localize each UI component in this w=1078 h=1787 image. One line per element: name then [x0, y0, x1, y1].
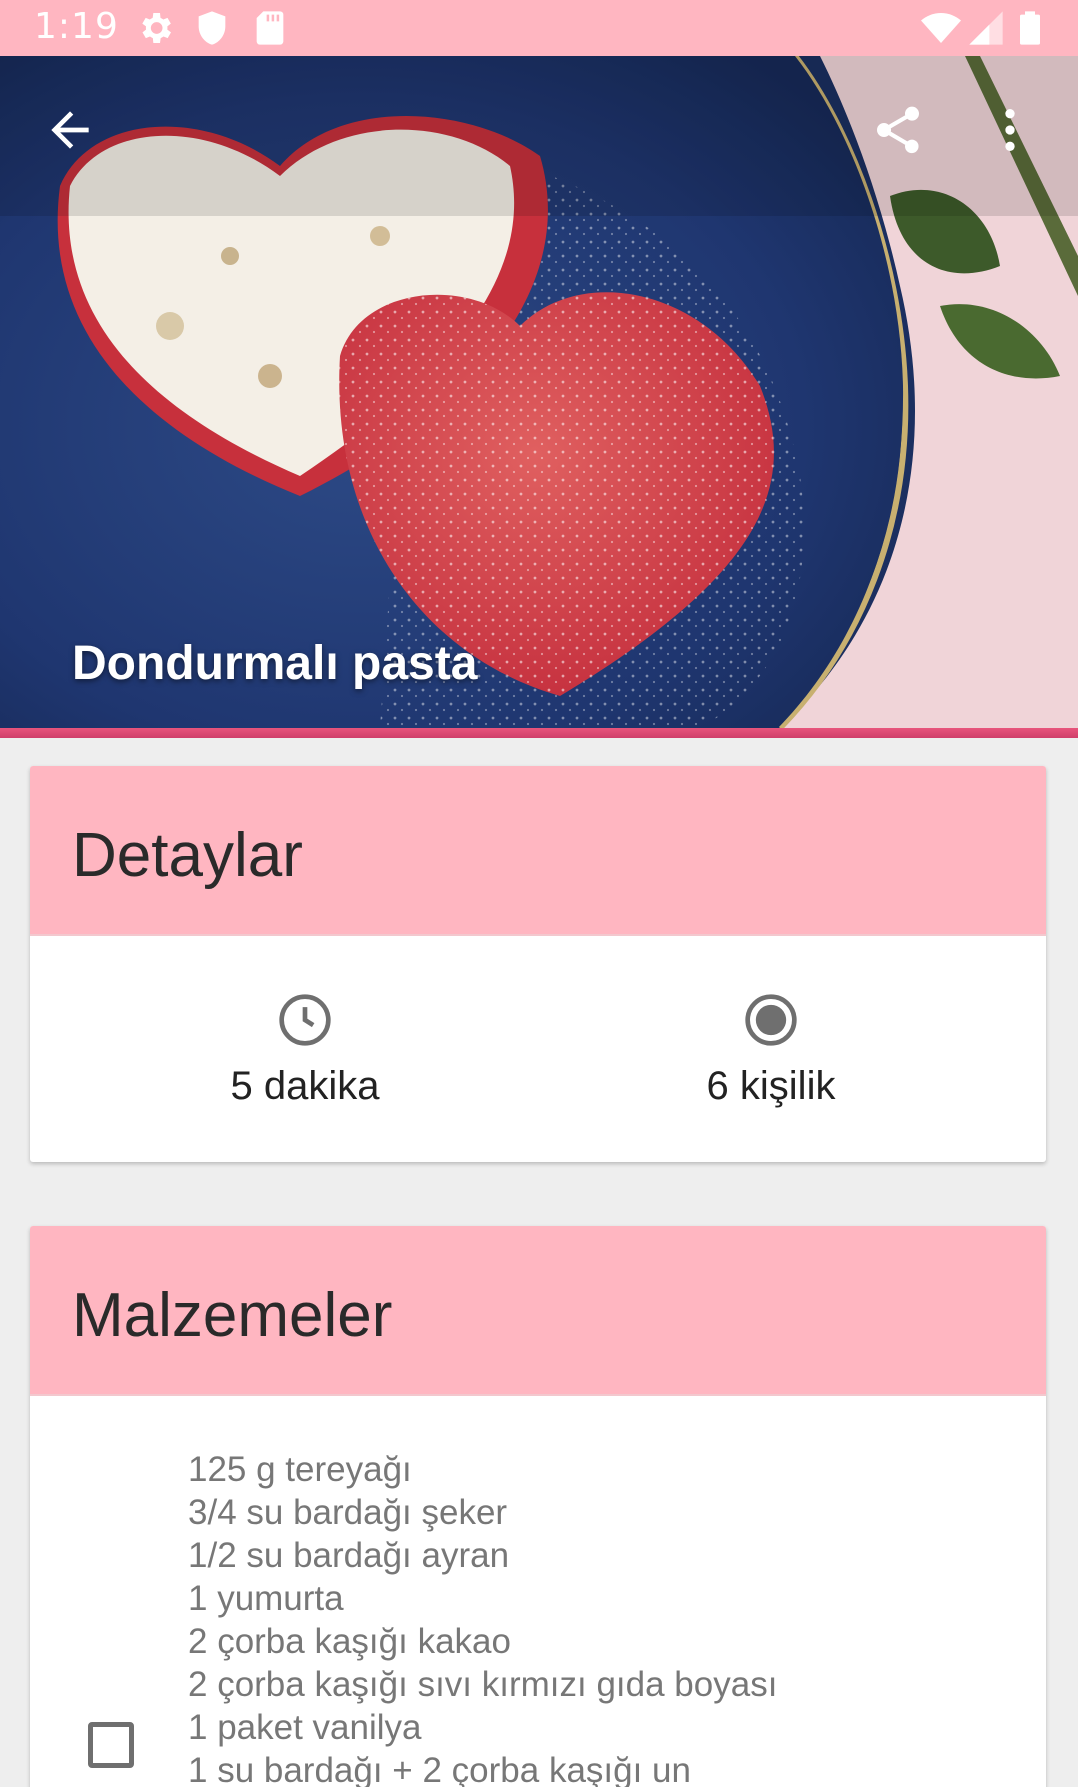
hero-divider	[0, 728, 1078, 738]
signal-icon	[966, 8, 1006, 48]
recipe-hero-image: Dondurmalı pasta	[0, 56, 1078, 728]
ingredients-card: Malzemeler 125 g tereyağı 3/4 su bardağı…	[30, 1226, 1046, 1787]
ingredient-item: 1/2 su bardağı ayran	[188, 1536, 510, 1575]
battery-icon	[1010, 8, 1050, 48]
ingredients-list: 125 g tereyağı 3/4 su bardağı şeker 1/2 …	[188, 1448, 777, 1787]
radio-button-icon	[743, 992, 799, 1048]
servings-item: 6 kişilik	[641, 992, 901, 1109]
more-options-button[interactable]	[980, 90, 1040, 170]
ingredient-item: 1 yumurta	[188, 1579, 344, 1618]
back-arrow-icon	[42, 102, 98, 158]
status-time: 1:19	[34, 6, 119, 47]
servings-text: 6 kişilik	[706, 1064, 836, 1108]
ingredients-card-header: Malzemeler	[30, 1226, 1046, 1396]
recipe-title: Dondurmalı pasta	[72, 637, 478, 690]
ingredient-item: 2 çorba kaşığı kakao	[188, 1622, 511, 1661]
shield-icon	[192, 8, 232, 48]
share-button[interactable]	[858, 90, 938, 170]
status-bar: 1:19	[0, 0, 1078, 56]
sd-card-icon	[250, 8, 290, 48]
ingredient-item: 125 g tereyağı	[188, 1450, 412, 1489]
share-icon	[870, 102, 926, 158]
back-button[interactable]	[30, 90, 110, 170]
clock-icon	[277, 992, 333, 1048]
settings-gear-icon	[135, 8, 175, 48]
wifi-icon	[918, 8, 964, 48]
prep-time-item: 5 dakika	[175, 992, 435, 1109]
more-vert-icon	[982, 102, 1038, 158]
details-card: Detaylar 5 dakika 6 kişilik	[30, 766, 1046, 1162]
ingredients-checkbox[interactable]	[88, 1722, 134, 1768]
details-card-header: Detaylar	[30, 766, 1046, 936]
ingredients-heading: Malzemeler	[72, 1281, 393, 1350]
ingredient-item: 2 çorba kaşığı sıvı kırmızı gıda boyası	[188, 1665, 778, 1704]
ingredient-item: 1 su bardağı + 2 çorba kaşığı un	[188, 1751, 691, 1787]
prep-time-text: 5 dakika	[230, 1064, 380, 1108]
details-heading: Detaylar	[72, 821, 303, 890]
ingredient-item: 1 paket vanilya	[188, 1708, 422, 1747]
ingredient-item: 3/4 su bardağı şeker	[188, 1493, 508, 1532]
